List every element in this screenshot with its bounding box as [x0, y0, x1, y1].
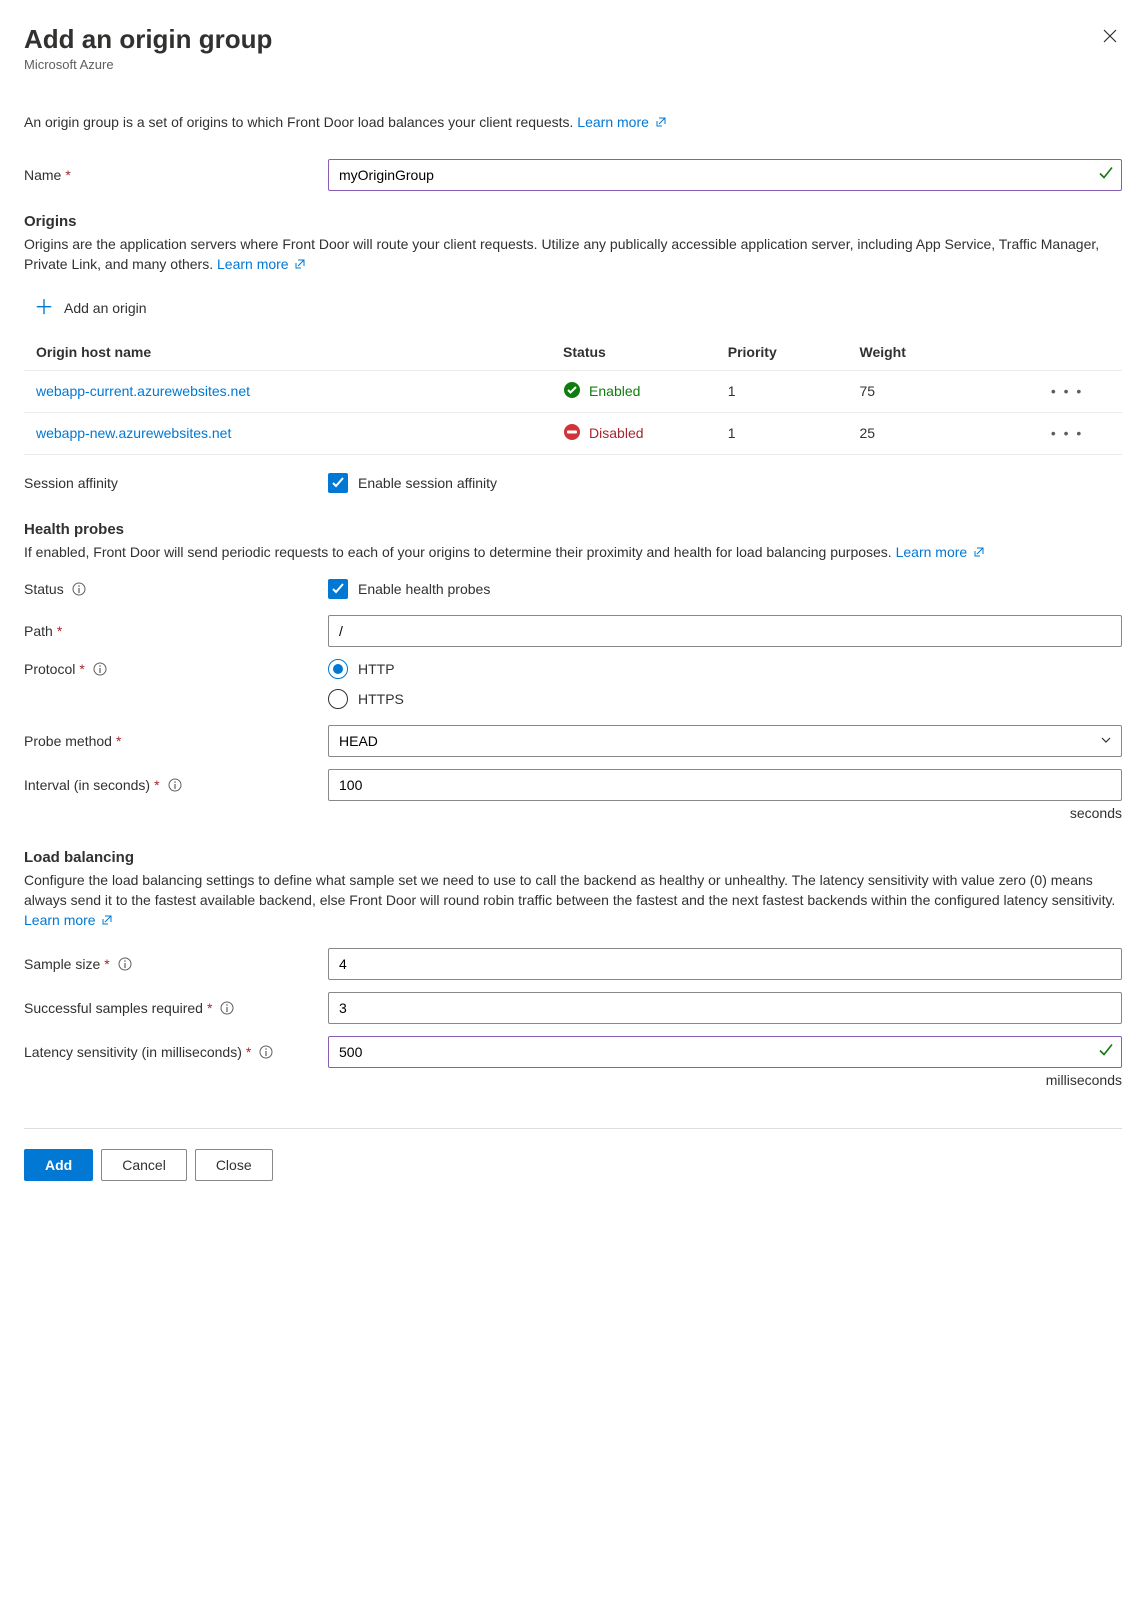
add-button[interactable]: Add: [24, 1149, 93, 1181]
info-icon[interactable]: [118, 957, 132, 971]
origins-learn-more-label: Learn more: [217, 256, 289, 272]
health-probes-desc-text: If enabled, Front Door will send periodi…: [24, 544, 896, 560]
interval-input[interactable]: [328, 769, 1122, 801]
required-asterisk: *: [116, 733, 121, 749]
required-asterisk: *: [154, 777, 159, 793]
protocol-http-label: HTTP: [358, 661, 395, 677]
origin-status-text: Disabled: [589, 425, 643, 441]
row-more-menu[interactable]: • • •: [1012, 370, 1122, 412]
latency-input[interactable]: [328, 1036, 1122, 1068]
row-more-menu[interactable]: • • •: [1012, 412, 1122, 454]
successful-samples-input[interactable]: [328, 992, 1122, 1024]
external-link-icon: [973, 543, 985, 563]
status-label: Status: [24, 581, 64, 597]
origin-priority: 1: [716, 370, 848, 412]
protocol-label: Protocol: [24, 661, 75, 677]
close-icon[interactable]: [1098, 24, 1122, 53]
load-balancing-heading: Load balancing: [24, 849, 1122, 866]
origin-status-text: Enabled: [589, 383, 640, 399]
origin-priority: 1: [716, 412, 848, 454]
required-asterisk: *: [57, 623, 62, 639]
info-icon[interactable]: [220, 1001, 234, 1015]
probe-method-label: Probe method: [24, 733, 112, 749]
external-link-icon: [101, 911, 113, 931]
origins-table: Origin host name Status Priority Weight …: [24, 334, 1122, 455]
load-balancing-description: Configure the load balancing settings to…: [24, 870, 1122, 932]
load-balancing-desc-text: Configure the load balancing settings to…: [24, 872, 1115, 908]
interval-unit: seconds: [24, 805, 1122, 821]
origin-host-link[interactable]: webapp-current.azurewebsites.net: [36, 383, 250, 399]
load-balancing-learn-more-label: Learn more: [24, 912, 96, 928]
origin-host-link[interactable]: webapp-new.azurewebsites.net: [36, 425, 231, 441]
add-origin-label: Add an origin: [64, 300, 147, 316]
latency-label: Latency sensitivity (in milliseconds): [24, 1044, 242, 1060]
probe-method-select[interactable]: [328, 725, 1122, 757]
latency-unit: milliseconds: [24, 1072, 1122, 1088]
sample-size-label: Sample size: [24, 956, 100, 972]
add-origin-button[interactable]: ＋ Add an origin: [24, 292, 151, 324]
col-host: Origin host name: [24, 334, 551, 371]
name-label: Name: [24, 167, 61, 183]
origin-weight: 75: [847, 370, 1012, 412]
required-asterisk: *: [207, 1000, 212, 1016]
session-affinity-label: Session affinity: [24, 475, 118, 491]
external-link-icon: [294, 255, 306, 275]
intro-text: An origin group is a set of origins to w…: [24, 114, 1122, 131]
table-row: webapp-current.azurewebsites.net Enabled 1…: [24, 370, 1122, 412]
origin-weight: 25: [847, 412, 1012, 454]
path-input[interactable]: [328, 615, 1122, 647]
origins-description: Origins are the application servers wher…: [24, 234, 1122, 276]
health-probes-heading: Health probes: [24, 521, 1122, 538]
intro-learn-more-label: Learn more: [577, 114, 649, 130]
session-affinity-checkbox[interactable]: [328, 473, 348, 493]
protocol-http-radio[interactable]: HTTP: [328, 659, 1122, 679]
health-probes-checkbox-label: Enable health probes: [358, 581, 490, 597]
health-probes-learn-more-link[interactable]: Learn more: [896, 544, 985, 560]
col-priority: Priority: [716, 334, 848, 371]
path-label: Path: [24, 623, 53, 639]
intro-learn-more-link[interactable]: Learn more: [577, 114, 666, 130]
close-button[interactable]: Close: [195, 1149, 273, 1181]
load-balancing-learn-more-link[interactable]: Learn more: [24, 912, 113, 928]
info-icon[interactable]: [93, 662, 107, 676]
session-affinity-checkbox-label: Enable session affinity: [358, 475, 497, 491]
status-disabled-icon: [563, 423, 581, 444]
required-asterisk: *: [246, 1044, 251, 1060]
required-asterisk: *: [65, 167, 70, 183]
health-probes-checkbox[interactable]: [328, 579, 348, 599]
status-enabled-icon: [563, 381, 581, 402]
table-row: webapp-new.azurewebsites.net Disabled 125•…: [24, 412, 1122, 454]
col-weight: Weight: [847, 334, 1012, 371]
info-icon[interactable]: [72, 582, 86, 596]
sample-size-input[interactable]: [328, 948, 1122, 980]
required-asterisk: *: [79, 661, 84, 677]
protocol-https-label: HTTPS: [358, 691, 404, 707]
origins-learn-more-link[interactable]: Learn more: [217, 256, 306, 272]
origins-desc-text: Origins are the application servers wher…: [24, 236, 1099, 272]
health-probes-description: If enabled, Front Door will send periodi…: [24, 542, 1122, 563]
health-probes-learn-more-label: Learn more: [896, 544, 968, 560]
origins-heading: Origins: [24, 213, 1122, 230]
required-asterisk: *: [104, 956, 109, 972]
successful-samples-label: Successful samples required: [24, 1000, 203, 1016]
name-input[interactable]: [328, 159, 1122, 191]
interval-label: Interval (in seconds): [24, 777, 150, 793]
protocol-https-radio[interactable]: HTTPS: [328, 689, 1122, 709]
plus-icon: ＋: [34, 298, 54, 318]
col-status: Status: [551, 334, 716, 371]
cancel-button[interactable]: Cancel: [101, 1149, 187, 1181]
info-icon[interactable]: [168, 778, 182, 792]
info-icon[interactable]: [259, 1045, 273, 1059]
external-link-icon: [655, 115, 667, 131]
page-title: Add an origin group: [24, 24, 272, 55]
page-subtitle: Microsoft Azure: [24, 57, 272, 72]
intro-copy: An origin group is a set of origins to w…: [24, 114, 577, 130]
